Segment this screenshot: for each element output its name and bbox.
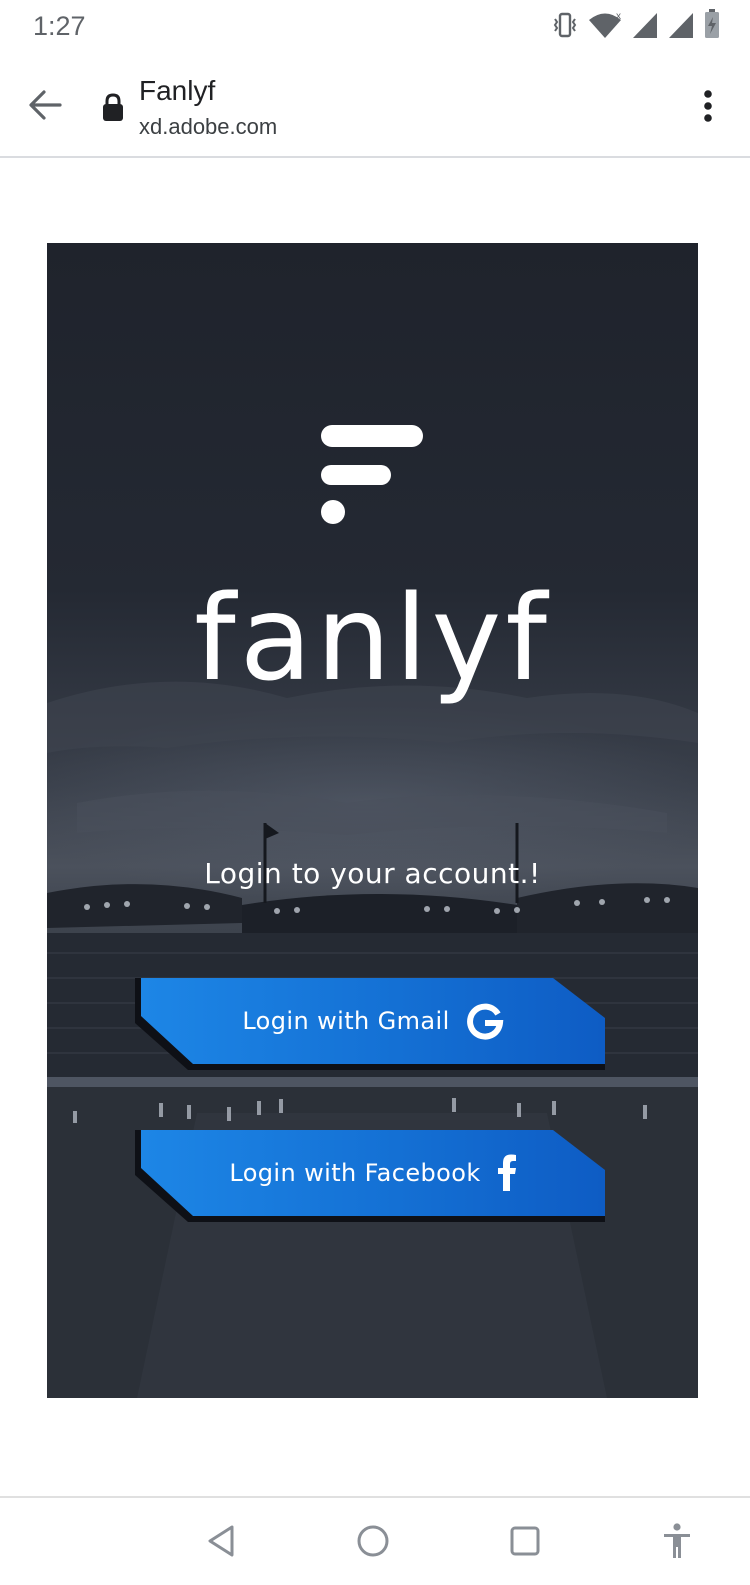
menu-button[interactable] xyxy=(692,84,724,128)
fanlyf-logo-icon xyxy=(321,425,423,524)
nav-accessibility-button[interactable] xyxy=(652,1516,702,1566)
signal-icon xyxy=(632,11,658,44)
facebook-button-label: Login with Facebook xyxy=(229,1159,481,1187)
brand-wordmark: fanlyf xyxy=(194,569,551,707)
url-text[interactable]: xd.adobe.com xyxy=(139,114,277,140)
status-bar: 1:27 x xyxy=(0,0,750,56)
accessibility-icon xyxy=(664,1523,690,1558)
arrow-left-icon xyxy=(29,90,62,120)
stadium-background-image xyxy=(47,681,698,1398)
back-triangle-icon xyxy=(208,1525,234,1557)
nav-home-button[interactable] xyxy=(348,1516,398,1566)
app-screen: fanlyf Login to your account.! Login wit… xyxy=(47,243,698,1398)
recents-square-icon xyxy=(510,1526,540,1556)
button-face[interactable]: Login with Gmail xyxy=(141,978,605,1064)
system-nav-bar xyxy=(0,1496,750,1585)
facebook-icon xyxy=(497,1154,517,1192)
vibrate-icon xyxy=(552,11,578,44)
svg-text:x: x xyxy=(616,11,621,22)
battery-icon xyxy=(704,9,720,44)
more-vertical-icon xyxy=(704,90,712,122)
lock-icon xyxy=(100,92,126,122)
nav-back-button[interactable] xyxy=(196,1516,246,1566)
browser-toolbar: Fanlyf xd.adobe.com xyxy=(0,56,750,158)
nav-recents-button[interactable] xyxy=(500,1516,550,1566)
login-gmail-button[interactable]: Login with Gmail xyxy=(135,978,605,1070)
status-icons: x xyxy=(552,9,720,44)
button-face[interactable]: Login with Facebook xyxy=(141,1130,605,1216)
home-circle-icon xyxy=(357,1525,389,1557)
gmail-button-label: Login with Gmail xyxy=(242,1007,450,1035)
page-title[interactable]: Fanlyf xyxy=(139,75,215,107)
signal-icon xyxy=(668,11,694,44)
login-prompt: Login to your account.! xyxy=(204,857,541,890)
status-time: 1:27 xyxy=(33,11,86,41)
login-facebook-button[interactable]: Login with Facebook xyxy=(135,1130,605,1222)
back-button[interactable] xyxy=(20,80,70,130)
wifi-icon: x xyxy=(588,11,622,44)
google-icon xyxy=(466,1002,504,1040)
web-content: fanlyf Login to your account.! Login wit… xyxy=(0,158,750,1496)
